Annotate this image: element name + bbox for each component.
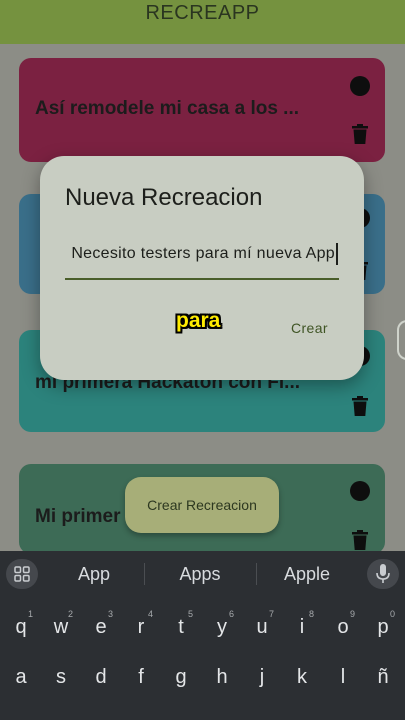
suggestion-divider — [144, 563, 145, 585]
key-n-tilde[interactable]: ñ — [363, 657, 403, 697]
key-a[interactable]: a — [1, 657, 41, 697]
trash-icon[interactable] — [352, 396, 368, 416]
new-recreation-dialog: Nueva Recreacion Necesito testers para m… — [40, 156, 364, 380]
edge-panel-handle[interactable] — [397, 320, 405, 360]
key-f[interactable]: f — [121, 657, 161, 697]
suggestion-bar: App Apps Apple — [0, 551, 405, 597]
trash-icon[interactable] — [352, 530, 368, 550]
card-title: Así remodele mi casa a los ... — [35, 98, 300, 119]
key-d[interactable]: d — [81, 657, 121, 697]
key-s[interactable]: s — [41, 657, 81, 697]
key-p[interactable]: p0 — [363, 607, 403, 647]
key-y[interactable]: y6 — [202, 607, 242, 647]
trash-icon[interactable] — [352, 124, 368, 144]
app-title: RECREAPP — [145, 2, 260, 24]
key-u[interactable]: u7 — [242, 607, 282, 647]
on-screen-keyboard: App Apps Apple q1 w2 e3 r4 t5 y6 u7 i8 o… — [0, 551, 405, 720]
suggestion-app[interactable]: App — [44, 564, 144, 585]
key-r[interactable]: r4 — [121, 607, 161, 647]
keyboard-row-2: a s d f g h j k l ñ — [0, 657, 405, 697]
recreation-card[interactable]: Así remodele mi casa a los ... — [19, 58, 385, 162]
text-caret — [336, 243, 338, 265]
key-i[interactable]: i8 — [282, 607, 322, 647]
input-value: Necesito testers para mí nueva App — [71, 245, 335, 262]
key-k[interactable]: k — [282, 657, 322, 697]
status-dot-icon[interactable] — [350, 76, 370, 96]
video-caption: para — [176, 309, 221, 332]
app-bar: RECREAPP — [0, 0, 405, 44]
dialog-title: Nueva Recreacion — [65, 184, 263, 211]
suggestion-apple[interactable]: Apple — [257, 564, 357, 585]
key-l[interactable]: l — [323, 657, 363, 697]
create-button[interactable]: Crear — [291, 320, 328, 336]
keyboard-row-1: q1 w2 e3 r4 t5 y6 u7 i8 o9 p0 — [0, 607, 405, 647]
key-g[interactable]: g — [161, 657, 201, 697]
key-e[interactable]: e3 — [81, 607, 121, 647]
keyboard-menu-icon[interactable] — [6, 559, 38, 589]
status-dot-icon[interactable] — [350, 481, 370, 501]
key-t[interactable]: t5 — [161, 607, 201, 647]
key-o[interactable]: o9 — [323, 607, 363, 647]
key-j[interactable]: j — [242, 657, 282, 697]
recreation-title-input[interactable]: Necesito testers para mí nueva App — [65, 242, 339, 280]
microphone-icon[interactable] — [367, 559, 399, 589]
key-q[interactable]: q1 — [1, 607, 41, 647]
key-w[interactable]: w2 — [41, 607, 81, 647]
suggestion-apps[interactable]: Apps — [150, 564, 250, 585]
key-h[interactable]: h — [202, 657, 242, 697]
create-recreation-button[interactable]: Crear Recreacion — [125, 477, 279, 533]
